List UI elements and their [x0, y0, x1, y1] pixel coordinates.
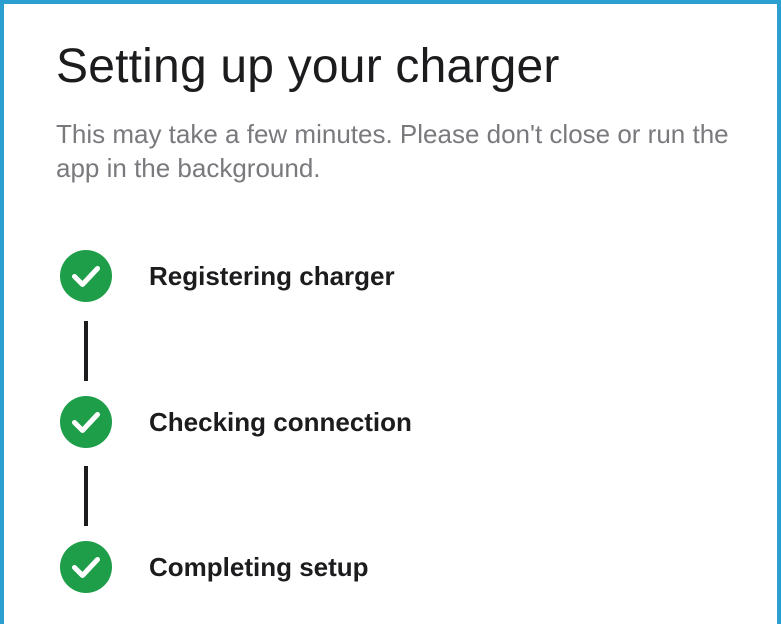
step-checking-connection: Checking connection — [60, 396, 412, 448]
step-registering-charger: Registering charger — [60, 250, 395, 302]
page-subtitle: This may take a few minutes. Please don'… — [56, 119, 729, 183]
step-completing-setup: Completing setup — [60, 541, 369, 593]
setup-screen: Setting up your charger This may take a … — [0, 0, 781, 624]
step-connector-line — [84, 466, 88, 526]
check-circle-icon — [60, 250, 112, 302]
step-label: Checking connection — [149, 407, 412, 437]
check-circle-icon — [60, 541, 112, 593]
step-label: Registering charger — [149, 261, 395, 291]
check-circle-icon — [60, 396, 112, 448]
page-title: Setting up your charger — [56, 40, 560, 93]
step-connector-line — [84, 321, 88, 381]
step-label: Completing setup — [149, 552, 369, 582]
